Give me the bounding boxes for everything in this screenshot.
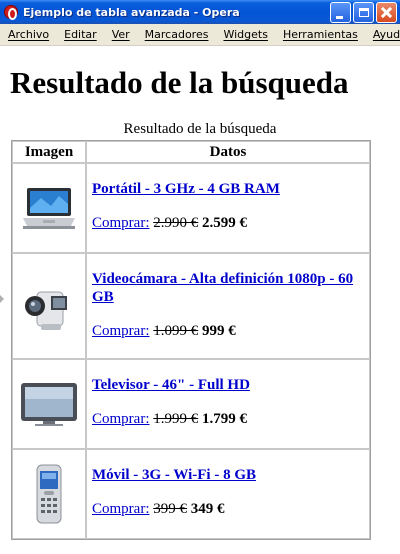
product-link[interactable]: Videocámara - Alta definición 1080p - 60… [92,270,365,306]
menu-herramientas[interactable]: Herramientas [275,28,358,41]
menu-editar[interactable]: Editar [56,28,97,41]
menu-bar: Archivo Editar Ver Marcadores Widgets He… [0,24,400,46]
maximize-button[interactable] [353,2,374,23]
close-button[interactable] [376,2,397,23]
page-content: Resultado de la búsqueda Resultado de la… [0,47,400,554]
header-imagen: Imagen [12,141,86,163]
window-titlebar[interactable]: Ejemplo de tabla avanzada - Opera [0,0,400,24]
product-link[interactable]: Televisor - 46" - Full HD [92,376,365,394]
buy-link[interactable]: Comprar: [92,411,150,427]
window-title: Ejemplo de tabla avanzada - Opera [23,5,240,19]
window-controls [330,2,397,23]
table-caption: Resultado de la búsqueda [123,121,277,137]
table-row: Videocámara - Alta definición 1080p - 60… [12,253,370,359]
page-title: Resultado de la búsqueda [10,65,349,100]
table-row: Móvil - 3G - Wi-Fi - 8 GB Comprar: 399 €… [12,449,370,539]
buy-link[interactable]: Comprar: [92,215,150,231]
menu-ver[interactable]: Ver [104,28,130,41]
menu-marcadores[interactable]: Marcadores [137,28,209,41]
image-cell [12,449,86,539]
close-icon [377,3,396,22]
header-datos: Datos [86,141,370,163]
new-price: 2.599 € [202,215,247,231]
minimize-icon [336,16,343,19]
television-image [21,383,77,426]
price-line: Comprar: 399 € 349 € [92,500,365,518]
opera-icon[interactable] [4,5,18,20]
image-cell [12,253,86,359]
buy-link[interactable]: Comprar: [92,501,150,517]
price-line: Comprar: 1.099 € 999 € [92,322,365,340]
menu-archivo[interactable]: Archivo [0,28,49,41]
new-price: 999 € [202,323,236,339]
old-price: 1.999 € [153,411,199,427]
table-row: Portátil - 3 GHz - 4 GB RAM Comprar: 2.9… [12,163,370,253]
table-row: Televisor - 46" - Full HD Comprar: 1.999… [12,359,370,449]
price-line: Comprar: 2.990 € 2.599 € [92,214,365,232]
data-cell: Televisor - 46" - Full HD Comprar: 1.999… [86,359,370,449]
buy-link[interactable]: Comprar: [92,323,150,339]
data-cell: Portátil - 3 GHz - 4 GB RAM Comprar: 2.9… [86,163,370,253]
image-cell [12,163,86,253]
side-arrow-icon [0,295,4,303]
new-price: 349 € [190,501,225,517]
mobile-phone-image [36,464,62,524]
old-price: 1.099 € [153,323,199,339]
product-link[interactable]: Portátil - 3 GHz - 4 GB RAM [92,180,365,198]
camcorder-image [25,291,67,330]
minimize-button[interactable] [330,2,351,23]
menu-widgets[interactable]: Widgets [215,28,267,41]
price-line: Comprar: 1.999 € 1.799 € [92,410,365,428]
product-link[interactable]: Móvil - 3G - Wi-Fi - 8 GB [92,466,365,484]
data-cell: Móvil - 3G - Wi-Fi - 8 GB Comprar: 399 €… [86,449,370,539]
results-table: Imagen Datos Portátil - 3 GHz - 4 GB RAM… [11,140,371,540]
menu-ayuda[interactable]: Ayuda [365,28,400,41]
old-price: 2.990 € [153,215,199,231]
maximize-icon [359,8,369,17]
image-cell [12,359,86,449]
laptop-image [23,188,75,229]
data-cell: Videocámara - Alta definición 1080p - 60… [86,253,370,359]
new-price: 1.799 € [202,411,247,427]
old-price: 399 € [153,501,187,517]
